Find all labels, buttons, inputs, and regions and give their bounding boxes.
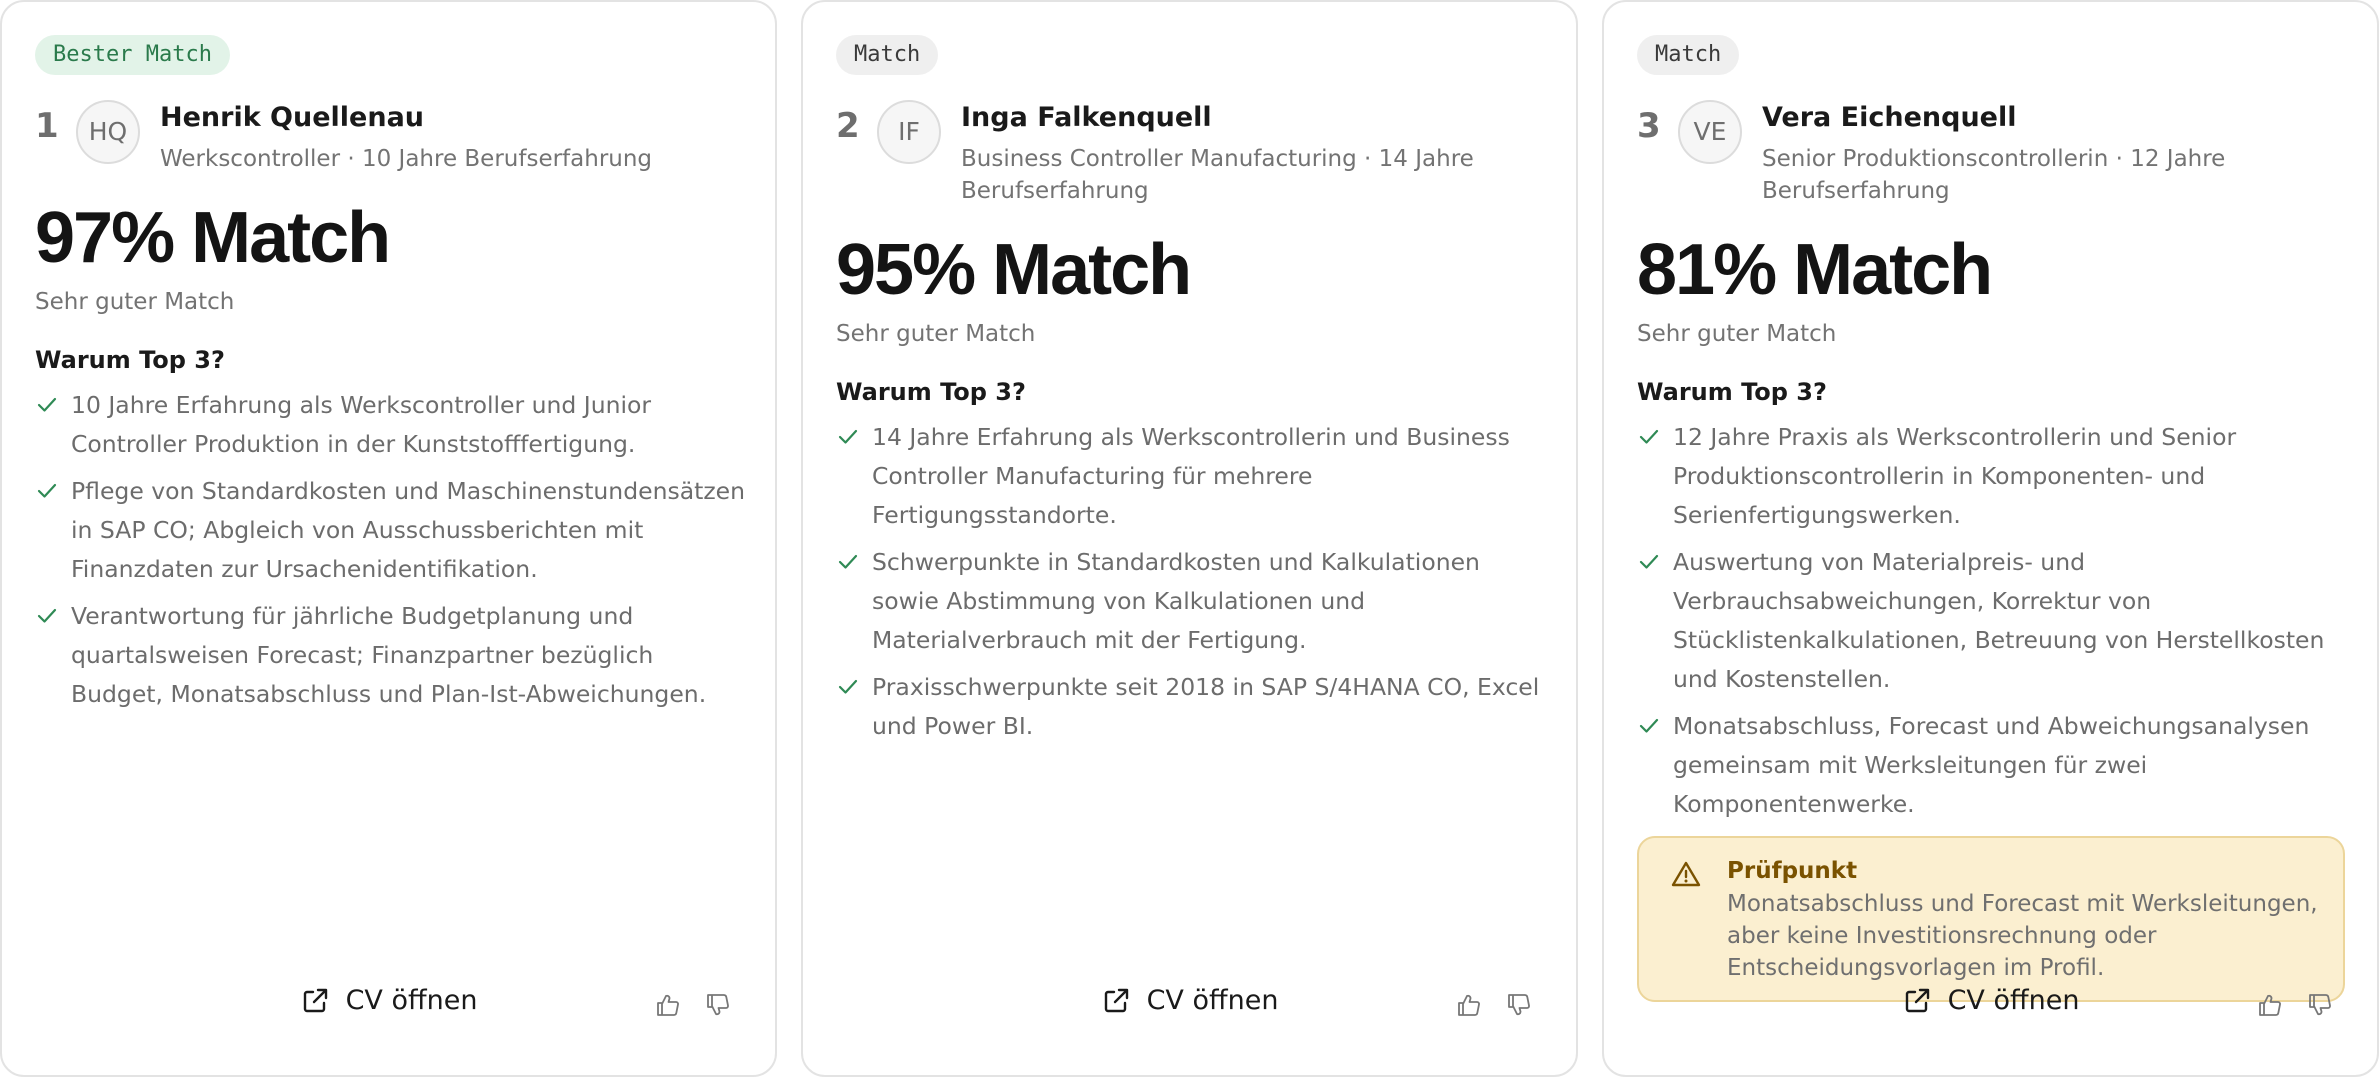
candidate-meta: Werkscontroller · 10 Jahre Berufserfahru…	[160, 146, 653, 172]
check-icon	[838, 429, 858, 444]
check-icon	[1639, 554, 1659, 569]
candidate-meta: Business Controller Manufacturing · 14 J…	[961, 146, 1474, 204]
why-top3-heading: Warum Top 3?	[35, 346, 225, 374]
reason-item: Verantwortung für jährliche Budgetplanun…	[35, 597, 747, 714]
reason-text: Pflege von Standardkosten und Maschinens…	[71, 477, 746, 583]
candidate-card: Match 2 IF Inga Falkenquell Business Con…	[801, 0, 1578, 1077]
check-icon	[1639, 718, 1659, 733]
reason-item: Praxisschwerpunkte seit 2018 in SAP S/4H…	[836, 668, 1548, 746]
why-top3-heading: Warum Top 3?	[836, 378, 1026, 406]
match-badge: Match	[836, 35, 939, 75]
check-icon	[838, 679, 858, 694]
match-score: 97% Match	[35, 198, 391, 278]
reason-item: Schwerpunkte in Standardkosten und Kalku…	[836, 543, 1548, 660]
rank-number: 2	[836, 106, 860, 146]
check-icon	[1639, 429, 1659, 444]
reason-text: Monatsabschluss, Forecast und Abweichung…	[1673, 712, 2310, 818]
thumbs-up-icon[interactable]	[655, 992, 681, 1018]
thumbs-down-icon[interactable]	[1506, 992, 1532, 1018]
thumbs-up-icon[interactable]	[1456, 992, 1482, 1018]
thumbs-down-icon[interactable]	[2307, 992, 2333, 1018]
candidate-name: Vera Eichenquell	[1762, 102, 2017, 133]
candidate-name: Inga Falkenquell	[961, 102, 1212, 133]
match-details: 95% Match Sehr guter Match Warum Top 3? …	[836, 230, 1548, 754]
reason-list: 10 Jahre Erfahrung als Werkscontroller u…	[35, 386, 747, 714]
reason-text: Auswertung von Materialpreis- und Verbra…	[1673, 548, 2325, 693]
reason-item: Auswertung von Materialpreis- und Verbra…	[1637, 543, 2349, 699]
reason-item: 10 Jahre Erfahrung als Werkscontroller u…	[35, 386, 747, 464]
open-cv-button[interactable]: CV öffnen	[1101, 985, 1279, 1016]
check-icon	[37, 397, 57, 412]
reason-item: Monatsabschluss, Forecast und Abweichung…	[1637, 707, 2349, 824]
match-rating: Sehr guter Match	[836, 321, 1036, 347]
external-link-icon	[303, 988, 327, 1012]
match-rating: Sehr guter Match	[35, 289, 235, 315]
match-details: 81% Match Sehr guter Match Warum Top 3? …	[1637, 230, 2349, 1002]
rank-number: 3	[1637, 106, 1661, 146]
check-icon	[37, 608, 57, 623]
candidate-meta: Senior Produktionscontrollerin · 12 Jahr…	[1762, 146, 2226, 204]
reason-item: 12 Jahre Praxis als Werkscontrollerin un…	[1637, 418, 2349, 535]
candidate-name: Henrik Quellenau	[160, 102, 425, 133]
feedback-buttons	[1456, 992, 1532, 1018]
alert-title: Prüfpunkt	[1727, 858, 1858, 884]
reason-item: 14 Jahre Erfahrung als Werkscontrollerin…	[836, 418, 1548, 535]
reason-text: Verantwortung für jährliche Budgetplanun…	[71, 602, 707, 708]
check-icon	[838, 554, 858, 569]
alert-text: Monatsabschluss und Forecast mit Werksle…	[1727, 891, 2318, 981]
best-match-badge: Bester Match	[35, 35, 230, 75]
reason-list: 14 Jahre Erfahrung als Werkscontrollerin…	[836, 418, 1548, 746]
candidate-card: Bester Match 1 HQ Henrik Quellenau Werks…	[0, 0, 777, 1077]
avatar: IF	[877, 100, 941, 164]
match-rating: Sehr guter Match	[1637, 321, 1837, 347]
rank-number: 1	[35, 106, 59, 146]
match-details: 97% Match Sehr guter Match Warum Top 3? …	[35, 198, 747, 722]
reason-item: Pflege von Standardkosten und Maschinens…	[35, 472, 747, 589]
check-icon	[37, 483, 57, 498]
review-alert: Prüfpunkt Monatsabschluss und Forecast m…	[1637, 836, 2345, 1002]
match-score: 81% Match	[1637, 230, 1993, 310]
reason-text: 10 Jahre Erfahrung als Werkscontroller u…	[71, 391, 652, 458]
open-cv-button[interactable]: CV öffnen	[1902, 985, 2080, 1016]
why-top3-heading: Warum Top 3?	[1637, 378, 1827, 406]
reason-text: Schwerpunkte in Standardkosten und Kalku…	[872, 548, 1480, 654]
thumbs-up-icon[interactable]	[2257, 992, 2283, 1018]
avatar: VE	[1678, 100, 1742, 164]
open-cv-label: CV öffnen	[345, 985, 478, 1016]
feedback-buttons	[2257, 992, 2333, 1018]
open-cv-button[interactable]: CV öffnen	[300, 985, 478, 1016]
reason-text: 12 Jahre Praxis als Werkscontrollerin un…	[1673, 423, 2237, 529]
open-cv-label: CV öffnen	[1146, 985, 1279, 1016]
thumbs-down-icon[interactable]	[705, 992, 731, 1018]
avatar: HQ	[76, 100, 140, 164]
reason-text: 14 Jahre Erfahrung als Werkscontrollerin…	[872, 423, 1510, 529]
open-cv-label: CV öffnen	[1947, 985, 2080, 1016]
feedback-buttons	[655, 992, 731, 1018]
external-link-icon	[1104, 988, 1128, 1012]
match-score: 95% Match	[836, 230, 1192, 310]
warning-icon	[1671, 861, 1701, 887]
match-badge: Match	[1637, 35, 1740, 75]
external-link-icon	[1905, 988, 1929, 1012]
reason-list: 12 Jahre Praxis als Werkscontrollerin un…	[1637, 418, 2349, 824]
reason-text: Praxisschwerpunkte seit 2018 in SAP S/4H…	[872, 673, 1540, 740]
candidate-card: Match 3 VE Vera Eichenquell Senior Produ…	[1602, 0, 2379, 1077]
